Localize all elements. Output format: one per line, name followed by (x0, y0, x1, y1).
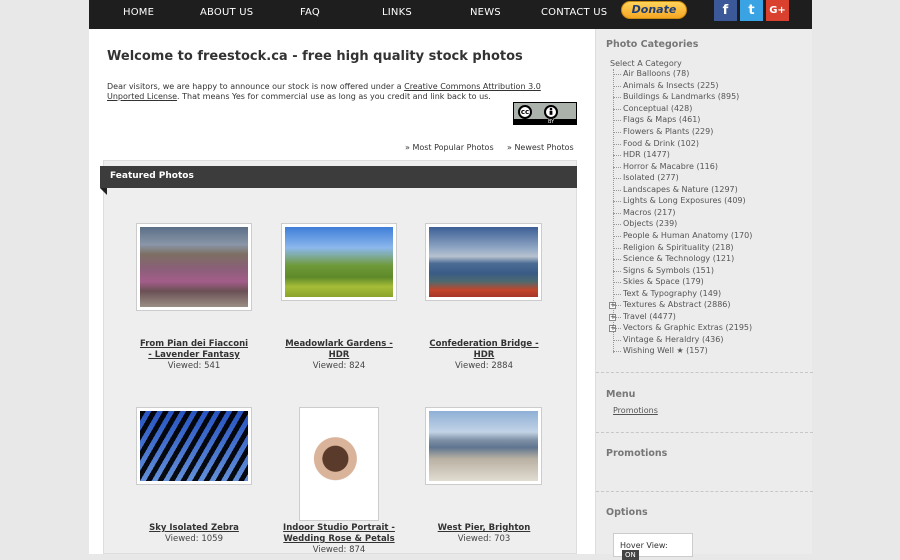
photo-caption: West Pier, Brighton Viewed: 703 (421, 523, 547, 545)
view-count: Viewed: 874 (312, 545, 366, 555)
category-item[interactable]: Text & Typography (149) (612, 289, 721, 298)
divider (596, 432, 813, 433)
view-count: Viewed: 2884 (455, 361, 513, 371)
category-item[interactable]: Conceptual (428) (612, 104, 692, 113)
studio-portrait-image (303, 411, 375, 517)
photo-thumbnail[interactable] (299, 407, 379, 521)
nav-news[interactable]: NEWS (470, 7, 501, 18)
photo-thumbnail[interactable] (425, 407, 542, 485)
options-heading: Options (606, 507, 648, 518)
intro-text-end: . That means Yes for commercial use as l… (177, 92, 491, 101)
photo-thumbnail[interactable] (425, 223, 542, 301)
category-item[interactable]: Landscapes & Nature (1297) (613, 185, 738, 194)
intro-text-start: Dear visitors, we are happy to announce … (107, 82, 405, 91)
photo-thumbnail[interactable] (281, 223, 397, 301)
top-navigation-bar: HOME ABOUT US FAQ LINKS NEWS CONTACT US … (89, 0, 812, 29)
select-category-label[interactable]: Select A Category (610, 59, 682, 68)
menu-heading: Menu (606, 389, 636, 400)
google-plus-icon[interactable]: G+ (766, 0, 789, 21)
photo-categories-heading: Photo Categories (606, 39, 699, 50)
category-item[interactable]: Lights & Long Exposures (409) (613, 196, 746, 205)
donate-button[interactable]: Donate (621, 1, 687, 19)
category-item[interactable]: Skies & Space (179) (613, 277, 704, 286)
facebook-icon[interactable]: f (714, 0, 737, 21)
promotions-heading: Promotions (606, 448, 668, 459)
category-item[interactable]: Macros (217) (612, 208, 675, 217)
west-pier-image (429, 411, 538, 481)
photo-title-link[interactable]: Confederation Bridge - HDR (421, 339, 547, 361)
category-item[interactable]: HDR (1477) (613, 150, 670, 159)
category-item[interactable]: Buildings & Landmarks (895) (612, 92, 739, 101)
category-item[interactable]: Science & Technology (121) (612, 254, 734, 263)
category-item[interactable]: Signs & Symbols (151) (613, 266, 714, 275)
category-item[interactable]: Objects (239) (612, 219, 677, 228)
category-item[interactable]: Isolated (277) (613, 173, 679, 182)
photo-caption: From Pian dei Fiacconi - Lavender Fantasy… (131, 339, 257, 372)
photo-title-link[interactable]: From Pian dei Fiacconi - Lavender Fantasy (131, 339, 257, 361)
lavender-fantasy-image (140, 227, 248, 307)
photo-title-link[interactable]: Meadowlark Gardens - HDR (276, 339, 402, 361)
category-item[interactable]: Animals & Insects (225) (612, 81, 718, 90)
photo-title-link[interactable]: Indoor Studio Portrait - Wedding Rose & P… (276, 523, 402, 545)
newest-photos-link[interactable]: » Newest Photos (507, 143, 574, 152)
cc-icon: cc (518, 105, 532, 119)
view-count: Viewed: 824 (312, 361, 366, 371)
divider (596, 372, 813, 373)
category-item[interactable]: Textures & Abstract (2886) (613, 300, 731, 309)
nav-faq[interactable]: FAQ (300, 7, 320, 18)
photo-caption: Indoor Studio Portrait - Wedding Rose & P… (276, 523, 402, 556)
photo-caption: Confederation Bridge - HDR Viewed: 2884 (421, 339, 547, 372)
creative-commons-badge[interactable]: cc BY (513, 102, 577, 125)
hover-view-label: Hover View: (620, 541, 668, 550)
twitter-icon[interactable]: t (740, 0, 763, 21)
page-title: Welcome to freestock.ca - free high qual… (107, 49, 523, 64)
intro-text: Dear visitors, we are happy to announce … (107, 82, 579, 102)
promotions-menu-link[interactable]: Promotions (613, 406, 658, 415)
nav-contact-us[interactable]: CONTACT US (541, 7, 607, 18)
category-item[interactable]: People & Human Anatomy (170) (612, 231, 752, 240)
category-item[interactable]: Horror & Macabre (116) (613, 162, 718, 171)
most-popular-link[interactable]: » Most Popular Photos (405, 143, 494, 152)
meadowlark-gardens-image (285, 227, 393, 297)
category-item[interactable]: Religion & Spirituality (218) (613, 243, 734, 252)
featured-photos-heading: Featured Photos (100, 166, 577, 188)
sidebar: Photo Categories Select A Category Air B… (595, 29, 813, 560)
view-count: Viewed: 541 (167, 361, 221, 371)
photo-caption: Sky Isolated Zebra Viewed: 1059 (131, 523, 257, 545)
photo-thumbnail[interactable] (136, 407, 252, 485)
attribution-person-icon (544, 105, 558, 119)
category-item[interactable]: Vintage & Heraldry (436) (612, 335, 723, 344)
category-item[interactable]: Flowers & Plants (229) (612, 127, 713, 136)
divider (596, 491, 813, 492)
photo-caption: Meadowlark Gardens - HDR Viewed: 824 (276, 339, 402, 372)
zebra-image (140, 411, 248, 481)
view-count: Viewed: 703 (457, 534, 511, 544)
by-label: BY (548, 119, 555, 125)
category-item[interactable]: Vectors & Graphic Extras (2195) (612, 323, 752, 332)
hover-view-status[interactable]: ON (622, 550, 639, 560)
category-item[interactable]: Wishing Well ★ (157) (613, 346, 708, 355)
photo-title-link[interactable]: Sky Isolated Zebra (131, 523, 257, 534)
confederation-bridge-image (429, 227, 538, 297)
category-item[interactable]: Food & Drink (102) (613, 139, 699, 148)
nav-about-us[interactable]: ABOUT US (200, 7, 253, 18)
photo-thumbnail[interactable] (136, 223, 252, 311)
nav-home[interactable]: HOME (123, 7, 154, 18)
hover-view-toggle[interactable]: Hover View:ON (613, 533, 693, 560)
nav-links[interactable]: LINKS (382, 7, 412, 18)
category-item[interactable]: Travel (4477) (613, 312, 676, 321)
category-item[interactable]: Air Balloons (78) (612, 69, 689, 78)
category-item[interactable]: Flags & Maps (461) (612, 115, 700, 124)
view-count: Viewed: 1059 (165, 534, 223, 544)
photo-title-link[interactable]: West Pier, Brighton (421, 523, 547, 534)
